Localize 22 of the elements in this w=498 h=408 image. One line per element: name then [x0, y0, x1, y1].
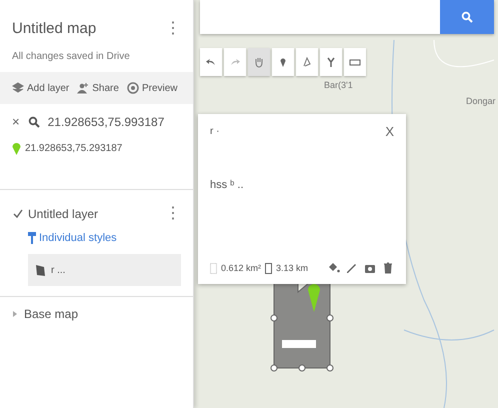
close-button[interactable]: X — [385, 124, 394, 139]
save-status: All changes saved in Drive — [12, 51, 131, 62]
layer-name: Untitled layer — [28, 207, 98, 221]
perimeter-value: 3.13 km — [276, 263, 308, 273]
base-map-label: Base map — [24, 307, 78, 321]
layer-button[interactable]: Add layer — [12, 82, 70, 94]
more-options-button[interactable]: ⋮ — [165, 20, 181, 36]
layer-options-button[interactable]: ⋮ — [165, 206, 181, 222]
map-title: Untitled map — [12, 20, 96, 37]
map-area[interactable]: Bar(3'1 Dongar r · X hss ᵇ .. 0.612 km² 3.13 km — [194, 0, 498, 408]
place-label: Bar(3'1 — [324, 80, 353, 90]
place-label: Dongar — [466, 96, 496, 106]
style-link[interactable]: Individual styles — [12, 232, 181, 244]
share-button[interactable]: Share — [77, 82, 119, 94]
close-button[interactable]: × — [12, 114, 20, 129]
area-value: 0.612 km² — [221, 263, 262, 273]
search-query: 21.928653,75.993187 — [48, 114, 164, 128]
feature-item[interactable]: r ... — [28, 254, 181, 286]
place-coordinates[interactable]: 21.928653,75.293187 — [25, 142, 122, 154]
feature-description: hss ᵇ .. — [210, 179, 244, 191]
feature-title: r · — [210, 126, 220, 137]
preview-button[interactable]: Preview — [126, 82, 178, 94]
